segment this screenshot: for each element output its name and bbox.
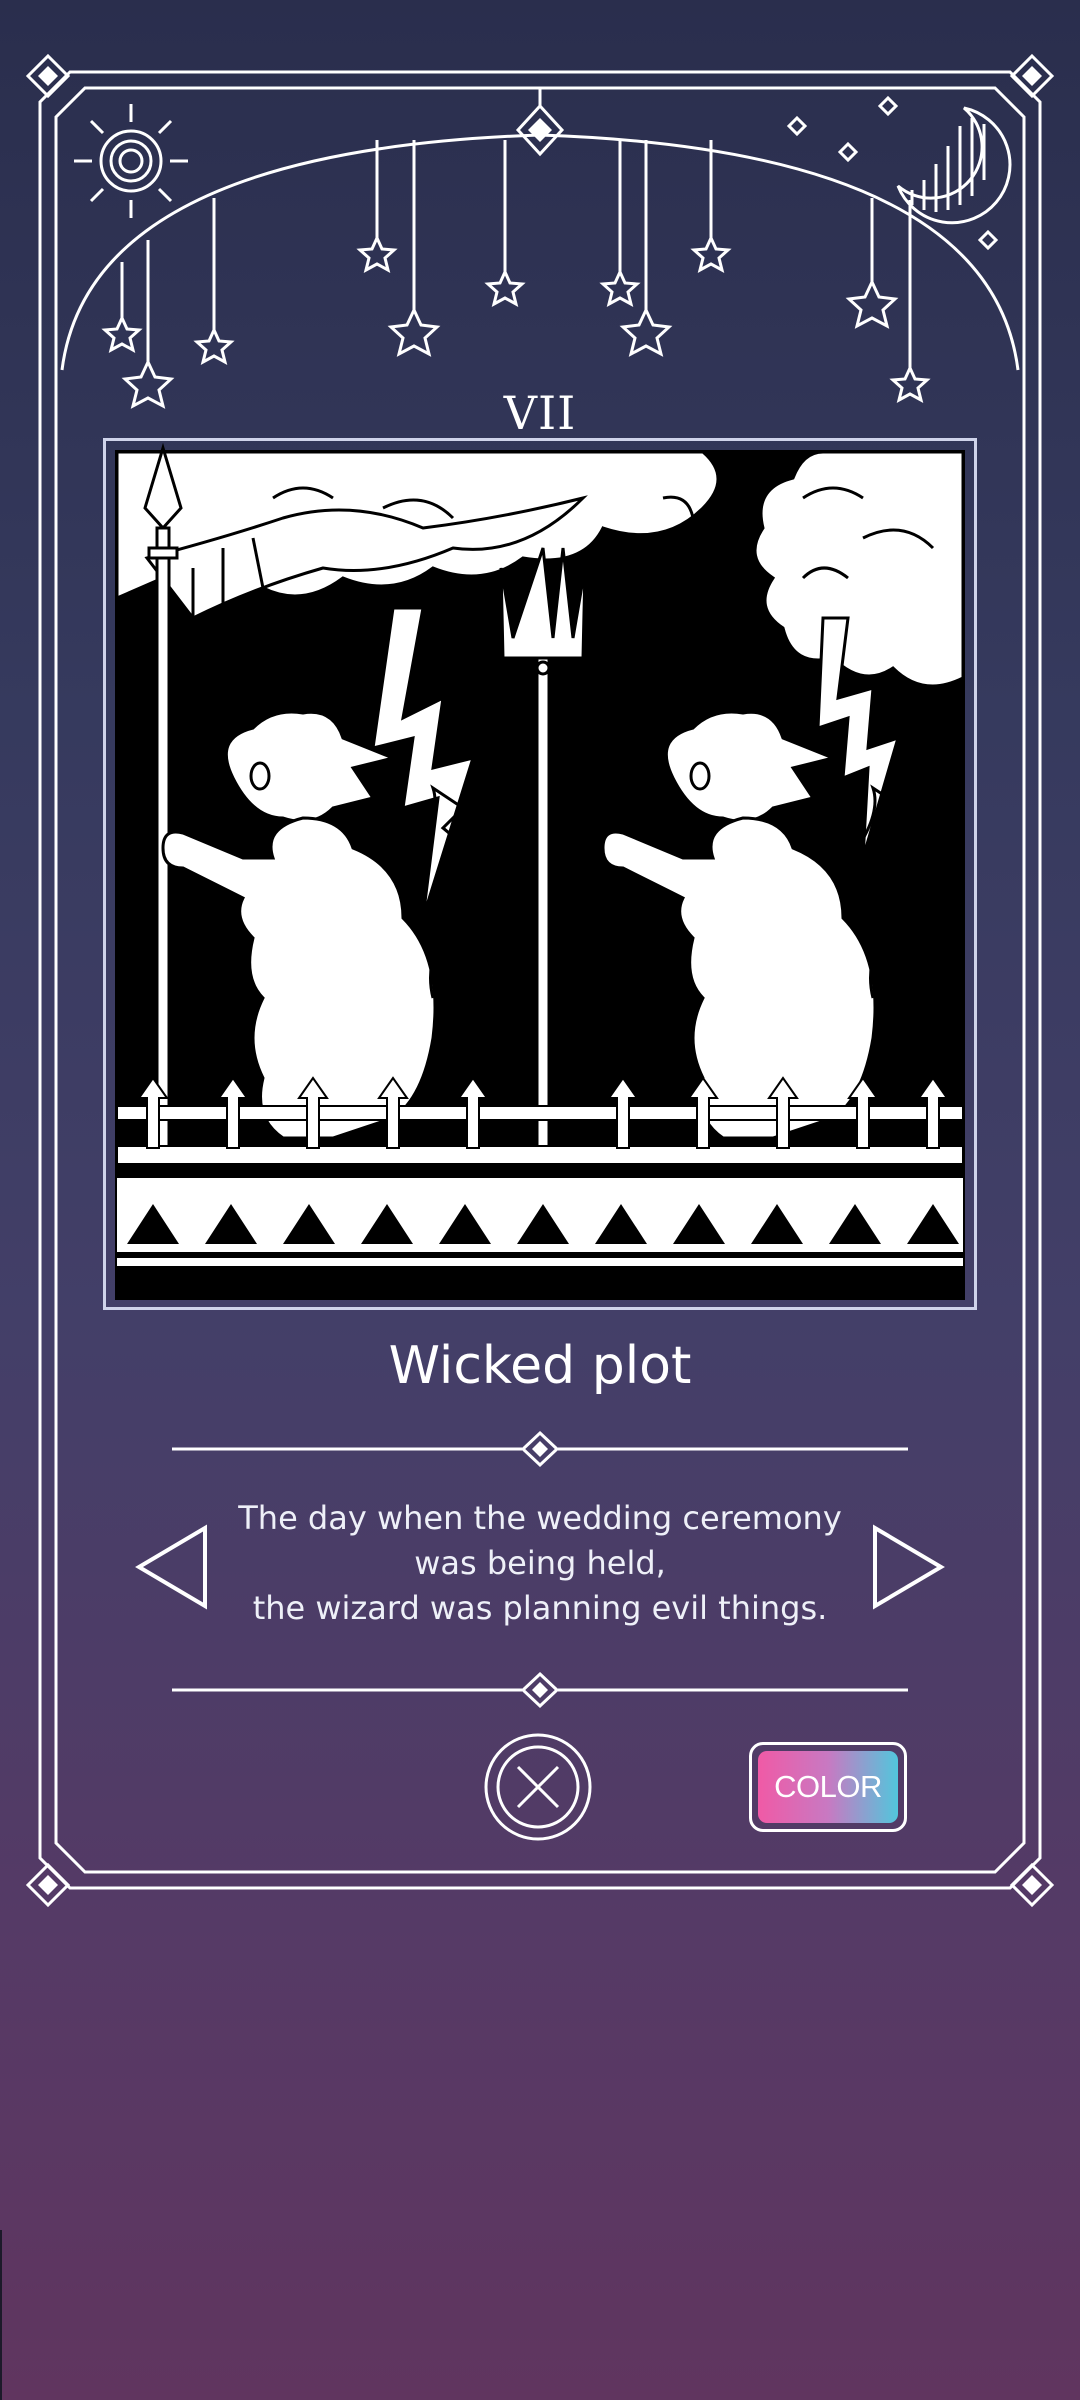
hanging-stars-icon	[101, 140, 931, 409]
card-numeral: VII	[503, 386, 577, 440]
description-line: the wizard was planning evil things.	[252, 1589, 828, 1627]
color-button[interactable]: COLOR	[749, 1742, 907, 1832]
next-card-button[interactable]	[867, 1522, 947, 1612]
card-description: The day when the wedding ceremony was be…	[220, 1496, 860, 1631]
close-circle-icon	[484, 1733, 592, 1841]
previous-card-button[interactable]	[133, 1522, 213, 1612]
description-line: The day when the wedding ceremony	[238, 1499, 842, 1537]
description-line: was being held,	[414, 1544, 666, 1582]
triangle-left-icon	[135, 1524, 207, 1610]
coloring-illustration[interactable]	[103, 438, 977, 1310]
close-button[interactable]	[482, 1731, 594, 1843]
crescent-moon-icon	[896, 106, 1012, 225]
color-button-label: COLOR	[758, 1751, 898, 1823]
triangle-right-icon	[873, 1524, 945, 1610]
screen-edge	[0, 2230, 2, 2400]
card-title: Wicked plot	[388, 1336, 692, 1396]
sun-icon	[74, 104, 188, 218]
